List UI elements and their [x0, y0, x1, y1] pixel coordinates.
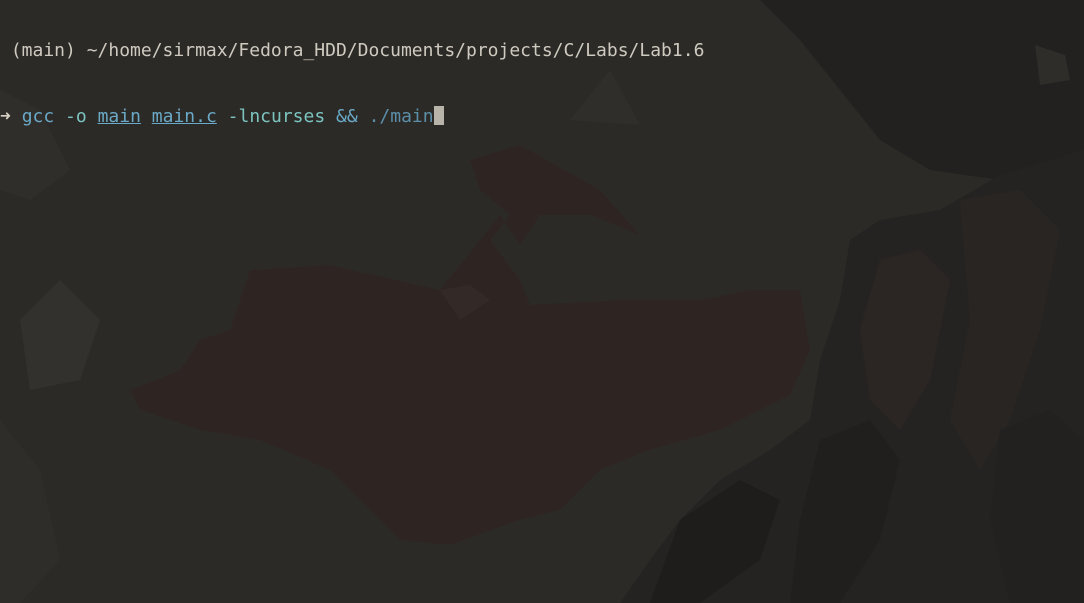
- text-cursor[interactable]: [433, 106, 444, 125]
- command-flag-library: -lncurses: [227, 106, 326, 127]
- current-path: (main) ~/home/sirmax/Fedora_HDD/Document…: [0, 40, 705, 61]
- command-source-file: main.c: [151, 106, 217, 127]
- command-exec: ./main: [368, 106, 434, 127]
- command-program: gcc: [21, 106, 55, 127]
- terminal-window[interactable]: (main) ~/home/sirmax/Fedora_HDD/Document…: [0, 0, 1084, 603]
- terminal-output[interactable]: (main) ~/home/sirmax/Fedora_HDD/Document…: [0, 0, 704, 172]
- command-output-name: main: [97, 106, 141, 127]
- command-operator: &&: [336, 106, 358, 127]
- prompt-arrow-icon: ➜: [0, 106, 11, 127]
- prompt-path-line: (main) ~/home/sirmax/Fedora_HDD/Document…: [0, 40, 705, 62]
- command-line[interactable]: ➜ gcc -o main main.c -lncurses && ./main: [0, 106, 704, 128]
- command-flag-output: -o: [65, 106, 87, 127]
